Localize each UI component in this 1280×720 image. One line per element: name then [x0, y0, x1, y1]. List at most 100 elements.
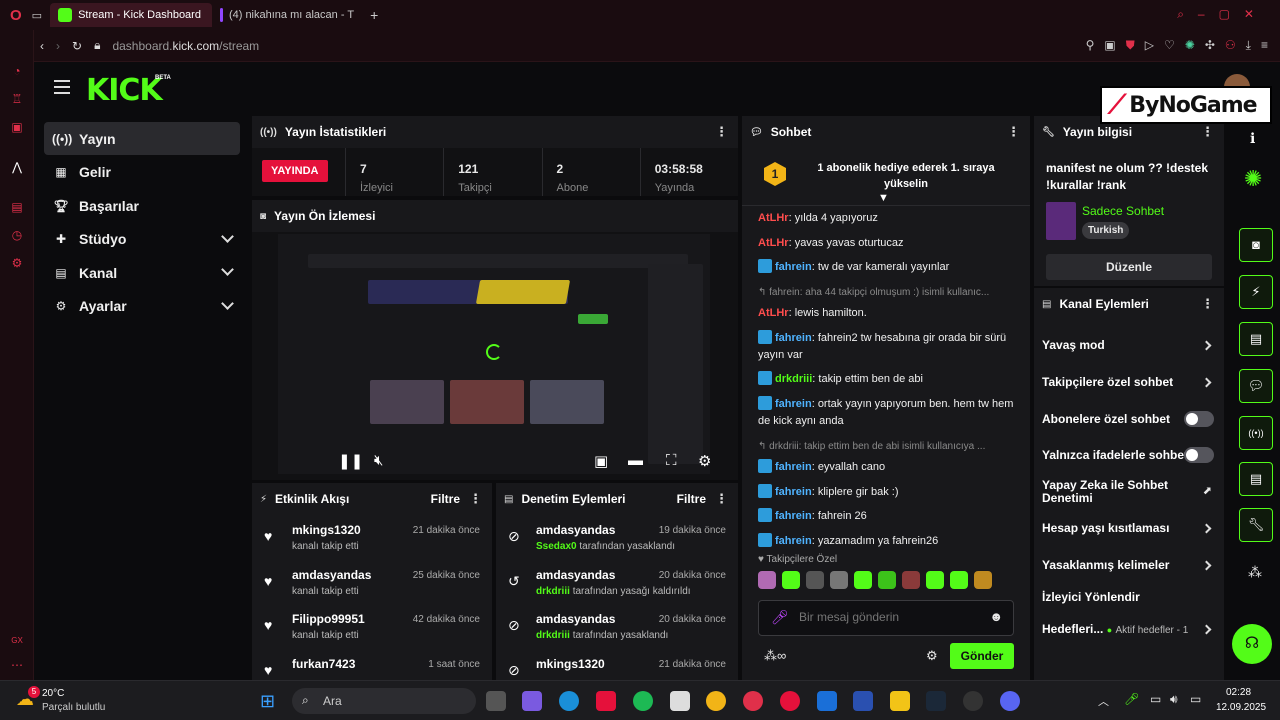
- action-followers-only[interactable]: Takipçilere özel sohbet: [1042, 375, 1218, 389]
- openai-icon[interactable]: ✺: [1244, 166, 1262, 192]
- spotify-icon[interactable]: [633, 691, 653, 711]
- activity-user[interactable]: Filippo99951: [292, 612, 365, 626]
- moderator-name[interactable]: drkdriii: [536, 586, 570, 597]
- chat-message[interactable]: fahrein: fahrein2 tw hesabına gir orada …: [758, 329, 1020, 364]
- moderator-name[interactable]: drkdriii: [536, 630, 570, 641]
- settings-icon[interactable]: ⚙: [698, 452, 710, 470]
- chat-message[interactable]: fahrein: fahrein 26: [758, 508, 1020, 525]
- task-view-icon[interactable]: [486, 691, 506, 711]
- opera-gx-icon[interactable]: [743, 691, 763, 711]
- chat-message[interactable]: fahrein: yazamadım ya fahrein26: [758, 532, 1020, 550]
- chat-message[interactable]: fahrein: tw de var kameralı yayınlar: [758, 259, 1020, 276]
- chat-reply-context[interactable]: ↰ fahrein: aha 44 takipçi olmuşum :) isi…: [758, 284, 1020, 301]
- taskbar-search[interactable]: ⌕ Ara: [292, 688, 476, 714]
- menu-icon[interactable]: ≡: [1261, 38, 1268, 53]
- back-icon[interactable]: ‹: [40, 39, 44, 53]
- moderation-user[interactable]: amdasyandas: [536, 568, 615, 582]
- chat-username[interactable]: AtLHr: [758, 237, 789, 249]
- chat-username[interactable]: fahrein: [775, 486, 812, 498]
- outlook-icon[interactable]: [817, 691, 837, 711]
- nav-item-basarilar[interactable]: 🏆︎ Başarılar: [44, 189, 240, 222]
- moderation-user[interactable]: amdasyandas: [536, 523, 615, 537]
- hamburger-menu-icon[interactable]: [54, 80, 70, 94]
- action-goals[interactable]: Hedefleri... ● Aktif hedefler - 1: [1042, 622, 1212, 636]
- emote-icon[interactable]: [974, 571, 992, 589]
- rail-wrench-button[interactable]: 🔧︎: [1239, 508, 1273, 542]
- forward-icon[interactable]: ›: [56, 39, 60, 53]
- weather-desc[interactable]: Parçalı bulutlu: [42, 702, 105, 713]
- rail-lightning-button[interactable]: ⚡︎: [1239, 275, 1273, 309]
- gx-icon[interactable]: GX: [10, 634, 24, 648]
- emote-icon[interactable]: [950, 571, 968, 589]
- history-icon[interactable]: ◷: [10, 228, 24, 242]
- download-icon[interactable]: ⤓: [1246, 38, 1251, 53]
- chat-username[interactable]: fahrein: [775, 535, 812, 547]
- emote-icon[interactable]: [926, 571, 944, 589]
- chat-username[interactable]: AtLHr: [758, 212, 789, 224]
- address-bar[interactable]: ‹ › ↻ 🔒︎ dashboard.kick.com/stream ⚲ ▣ ⛊…: [0, 30, 1280, 62]
- extensions-icon[interactable]: ✣: [1205, 38, 1215, 53]
- launcher-icon[interactable]: [853, 691, 873, 711]
- emote-icon[interactable]: [902, 571, 920, 589]
- store-icon[interactable]: [596, 691, 616, 711]
- new-tab-icon[interactable]: +: [370, 7, 378, 23]
- instagram-icon[interactable]: ▣: [10, 120, 24, 134]
- collapse-icon[interactable]: ▼: [878, 192, 889, 204]
- tab-twitch[interactable]: (4) nikahına mı alacan - T: [212, 3, 362, 27]
- support-button[interactable]: ☊: [1232, 624, 1272, 664]
- tray-chevron-icon[interactable]: ︿: [1098, 693, 1109, 709]
- url-text[interactable]: dashboard.kick.com/stream: [112, 39, 259, 53]
- clock-date[interactable]: 12.09.2025: [1216, 702, 1266, 713]
- gift-sub-banner[interactable]: 1 1 abonelik hediye ederek 1. sıraya yük…: [742, 148, 1030, 206]
- clock-time[interactable]: 02:28: [1226, 687, 1251, 698]
- kick-logo[interactable]: KICK: [86, 73, 163, 108]
- snapshot-icon[interactable]: ▣: [1104, 38, 1115, 53]
- action-banned-words[interactable]: Yasaklanmış kelimeler: [1042, 558, 1218, 572]
- copilot-icon[interactable]: [522, 691, 542, 711]
- window-controls[interactable]: ⌕–▢✕: [1177, 7, 1268, 22]
- chat-username[interactable]: fahrein: [775, 261, 812, 273]
- chat-message[interactable]: fahrein: eyvallah cano: [758, 458, 1020, 476]
- shield-icon[interactable]: ⛊: [1126, 38, 1135, 53]
- chat-username[interactable]: AtLHr: [758, 307, 789, 319]
- activity-user[interactable]: amdasyandas: [292, 568, 371, 582]
- heart-icon[interactable]: ♡: [1164, 38, 1175, 53]
- network-icon[interactable]: ▭: [1150, 692, 1161, 706]
- discord-icon[interactable]: [1000, 691, 1020, 711]
- chat-input[interactable]: [799, 610, 979, 624]
- chat-message[interactable]: AtLHr: yılda 4 yapıyoruz: [758, 210, 1020, 227]
- chrome-icon[interactable]: [706, 691, 726, 711]
- emote-icon[interactable]: [758, 571, 776, 589]
- tab-kick-dashboard[interactable]: Stream - Kick Dashboard: [50, 3, 213, 27]
- wallet-icon[interactable]: ▤: [10, 200, 24, 214]
- weather-temp[interactable]: 20°C: [42, 688, 64, 699]
- action-account-age[interactable]: Hesap yaşı kısıtlaması: [1042, 521, 1218, 535]
- action-slow-mode[interactable]: Yavaş mod: [1042, 338, 1218, 352]
- fullscreen-icon[interactable]: ⛶: [666, 452, 677, 469]
- filter-button[interactable]: Filtre: [677, 492, 706, 506]
- edge-icon[interactable]: [559, 691, 579, 711]
- activity-user[interactable]: furkan7423: [292, 657, 355, 671]
- edit-button[interactable]: Düzenle: [1046, 254, 1212, 280]
- chatgpt-icon[interactable]: ✺: [1185, 38, 1195, 53]
- pause-icon[interactable]: ❚❚: [338, 452, 363, 470]
- rail-channel-actions-button[interactable]: ▤: [1239, 462, 1273, 496]
- moderation-user[interactable]: amdasyandas: [536, 612, 615, 626]
- picture-in-picture-icon[interactable]: ▣: [594, 452, 608, 470]
- nav-item-kanal[interactable]: ▤ Kanal: [44, 256, 240, 289]
- chat-message[interactable]: AtLHr: yavas yavas oturtucaz: [758, 235, 1020, 252]
- rail-chat-button[interactable]: 💬︎: [1239, 369, 1273, 403]
- chat-username[interactable]: fahrein: [775, 510, 812, 522]
- kick-points-icon[interactable]: ⁂∞: [764, 648, 786, 664]
- bot-icon[interactable]: ♖: [10, 92, 24, 106]
- battery-icon[interactable]: ▭: [1190, 692, 1201, 706]
- chat-settings-icon[interactable]: ⚙: [926, 648, 938, 664]
- pin-icon[interactable]: ⚲: [1086, 38, 1095, 53]
- opera-icon[interactable]: [780, 691, 800, 711]
- moderation-user[interactable]: mkings1320: [536, 657, 605, 671]
- action-ai-moderation[interactable]: Yapay Zeka ile Sohbet Denetimi: [1042, 479, 1192, 505]
- filter-button[interactable]: Filtre: [431, 492, 460, 506]
- chat-username[interactable]: drkdriii: [775, 373, 812, 385]
- action-raid[interactable]: İzleyici Yönlendir: [1042, 590, 1218, 604]
- send-button[interactable]: Gönder: [950, 643, 1014, 669]
